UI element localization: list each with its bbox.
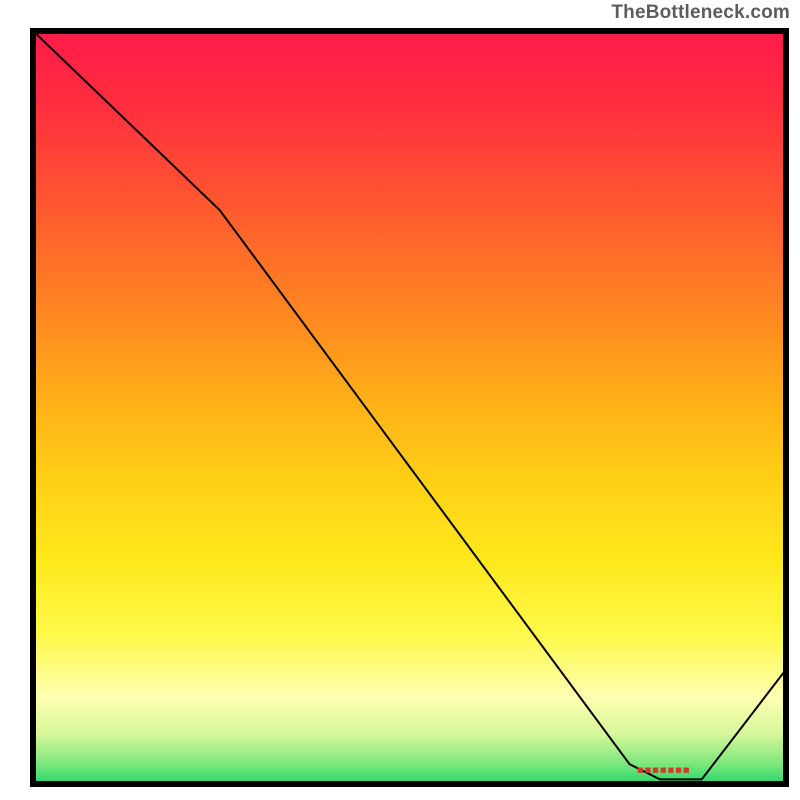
- chart-background: [30, 28, 789, 787]
- chart-annotation: ■■■■■■■: [637, 764, 691, 776]
- chart-root: ■■■■■■■: [0, 0, 800, 800]
